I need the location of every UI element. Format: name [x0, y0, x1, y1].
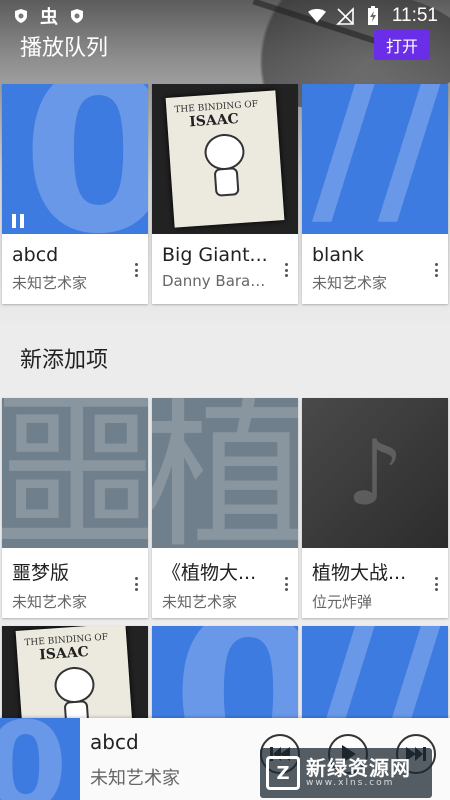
- battery-charging-icon: [364, 6, 382, 25]
- album-artist: 位元炸弹: [312, 593, 373, 611]
- album-title: 《植物大...: [162, 562, 257, 584]
- more-albums-row: THE BINDING OF ISAAC 0 //: [2, 626, 448, 718]
- more-options-icon[interactable]: [130, 260, 142, 280]
- shield-icon: [68, 7, 86, 25]
- track-title: abcd: [12, 244, 59, 266]
- album-card[interactable]: //: [302, 626, 448, 718]
- no-signal-icon: [335, 7, 354, 25]
- album-art: //: [302, 626, 448, 718]
- album-art: THE BINDING OF ISAAC: [2, 626, 148, 718]
- queue-section-title: 播放队列: [20, 36, 109, 61]
- album-title: 植物大战...: [312, 562, 407, 584]
- queue-grid: 0 abcd 未知艺术家 THE BINDING OF ISAAC Big Gi…: [2, 84, 448, 304]
- music-note-icon: ♪: [346, 420, 404, 526]
- more-options-icon[interactable]: [280, 574, 292, 594]
- new-items-grid: 噩 噩梦版 未知艺术家 植 《植物大... 未知艺术家 ♪ 植物大战... 位元…: [2, 398, 448, 618]
- album-art: 植: [152, 398, 298, 548]
- album-art: //: [302, 84, 448, 234]
- album-art: THE BINDING OF ISAAC: [152, 84, 298, 234]
- album-card[interactable]: THE BINDING OF ISAAC: [2, 626, 148, 718]
- now-playing-art: 0: [0, 718, 80, 800]
- queue-card[interactable]: 0 abcd 未知艺术家: [2, 84, 148, 304]
- queue-card[interactable]: THE BINDING OF ISAAC Big Giant... Danny …: [152, 84, 298, 304]
- album-artist: 未知艺术家: [12, 593, 88, 611]
- shield-icon: [12, 7, 30, 25]
- track-artist: Danny Baran...: [162, 272, 274, 290]
- pause-indicator-icon: [12, 214, 24, 228]
- album-art: 0: [152, 626, 298, 718]
- album-art: 噩: [2, 398, 148, 548]
- more-options-icon[interactable]: [430, 260, 442, 280]
- wifi-icon: [307, 7, 326, 25]
- track-artist: 未知艺术家: [312, 274, 388, 292]
- app-notification-icon: 虫: [40, 7, 58, 28]
- track-title: blank: [312, 244, 365, 266]
- now-playing-artist: 未知艺术家: [90, 768, 180, 789]
- album-art: 0: [2, 84, 148, 234]
- album-card[interactable]: 植 《植物大... 未知艺术家: [152, 398, 298, 618]
- status-bar: 虫 11:51: [0, 0, 450, 32]
- clock: 11:51: [391, 5, 438, 26]
- now-playing-title: abcd: [90, 730, 139, 754]
- track-title: Big Giant...: [162, 244, 268, 266]
- open-queue-button[interactable]: 打开: [374, 30, 430, 60]
- watermark-logo-icon: Z: [266, 756, 300, 790]
- album-card[interactable]: ♪ 植物大战... 位元炸弹: [302, 398, 448, 618]
- watermark: Z 新绿资源网 www.xlns.com: [260, 748, 432, 798]
- album-title: 噩梦版: [12, 562, 70, 584]
- album-card[interactable]: 0: [152, 626, 298, 718]
- queue-card[interactable]: // blank 未知艺术家: [302, 84, 448, 304]
- more-options-icon[interactable]: [130, 574, 142, 594]
- new-section-title: 新添加项: [20, 348, 109, 373]
- album-artist: 未知艺术家: [162, 593, 238, 611]
- more-options-icon[interactable]: [430, 574, 442, 594]
- track-artist: 未知艺术家: [12, 274, 88, 292]
- album-card[interactable]: 噩 噩梦版 未知艺术家: [2, 398, 148, 618]
- more-options-icon[interactable]: [280, 260, 292, 280]
- album-art: ♪: [302, 398, 448, 548]
- watermark-name: 新绿资源网: [306, 756, 411, 780]
